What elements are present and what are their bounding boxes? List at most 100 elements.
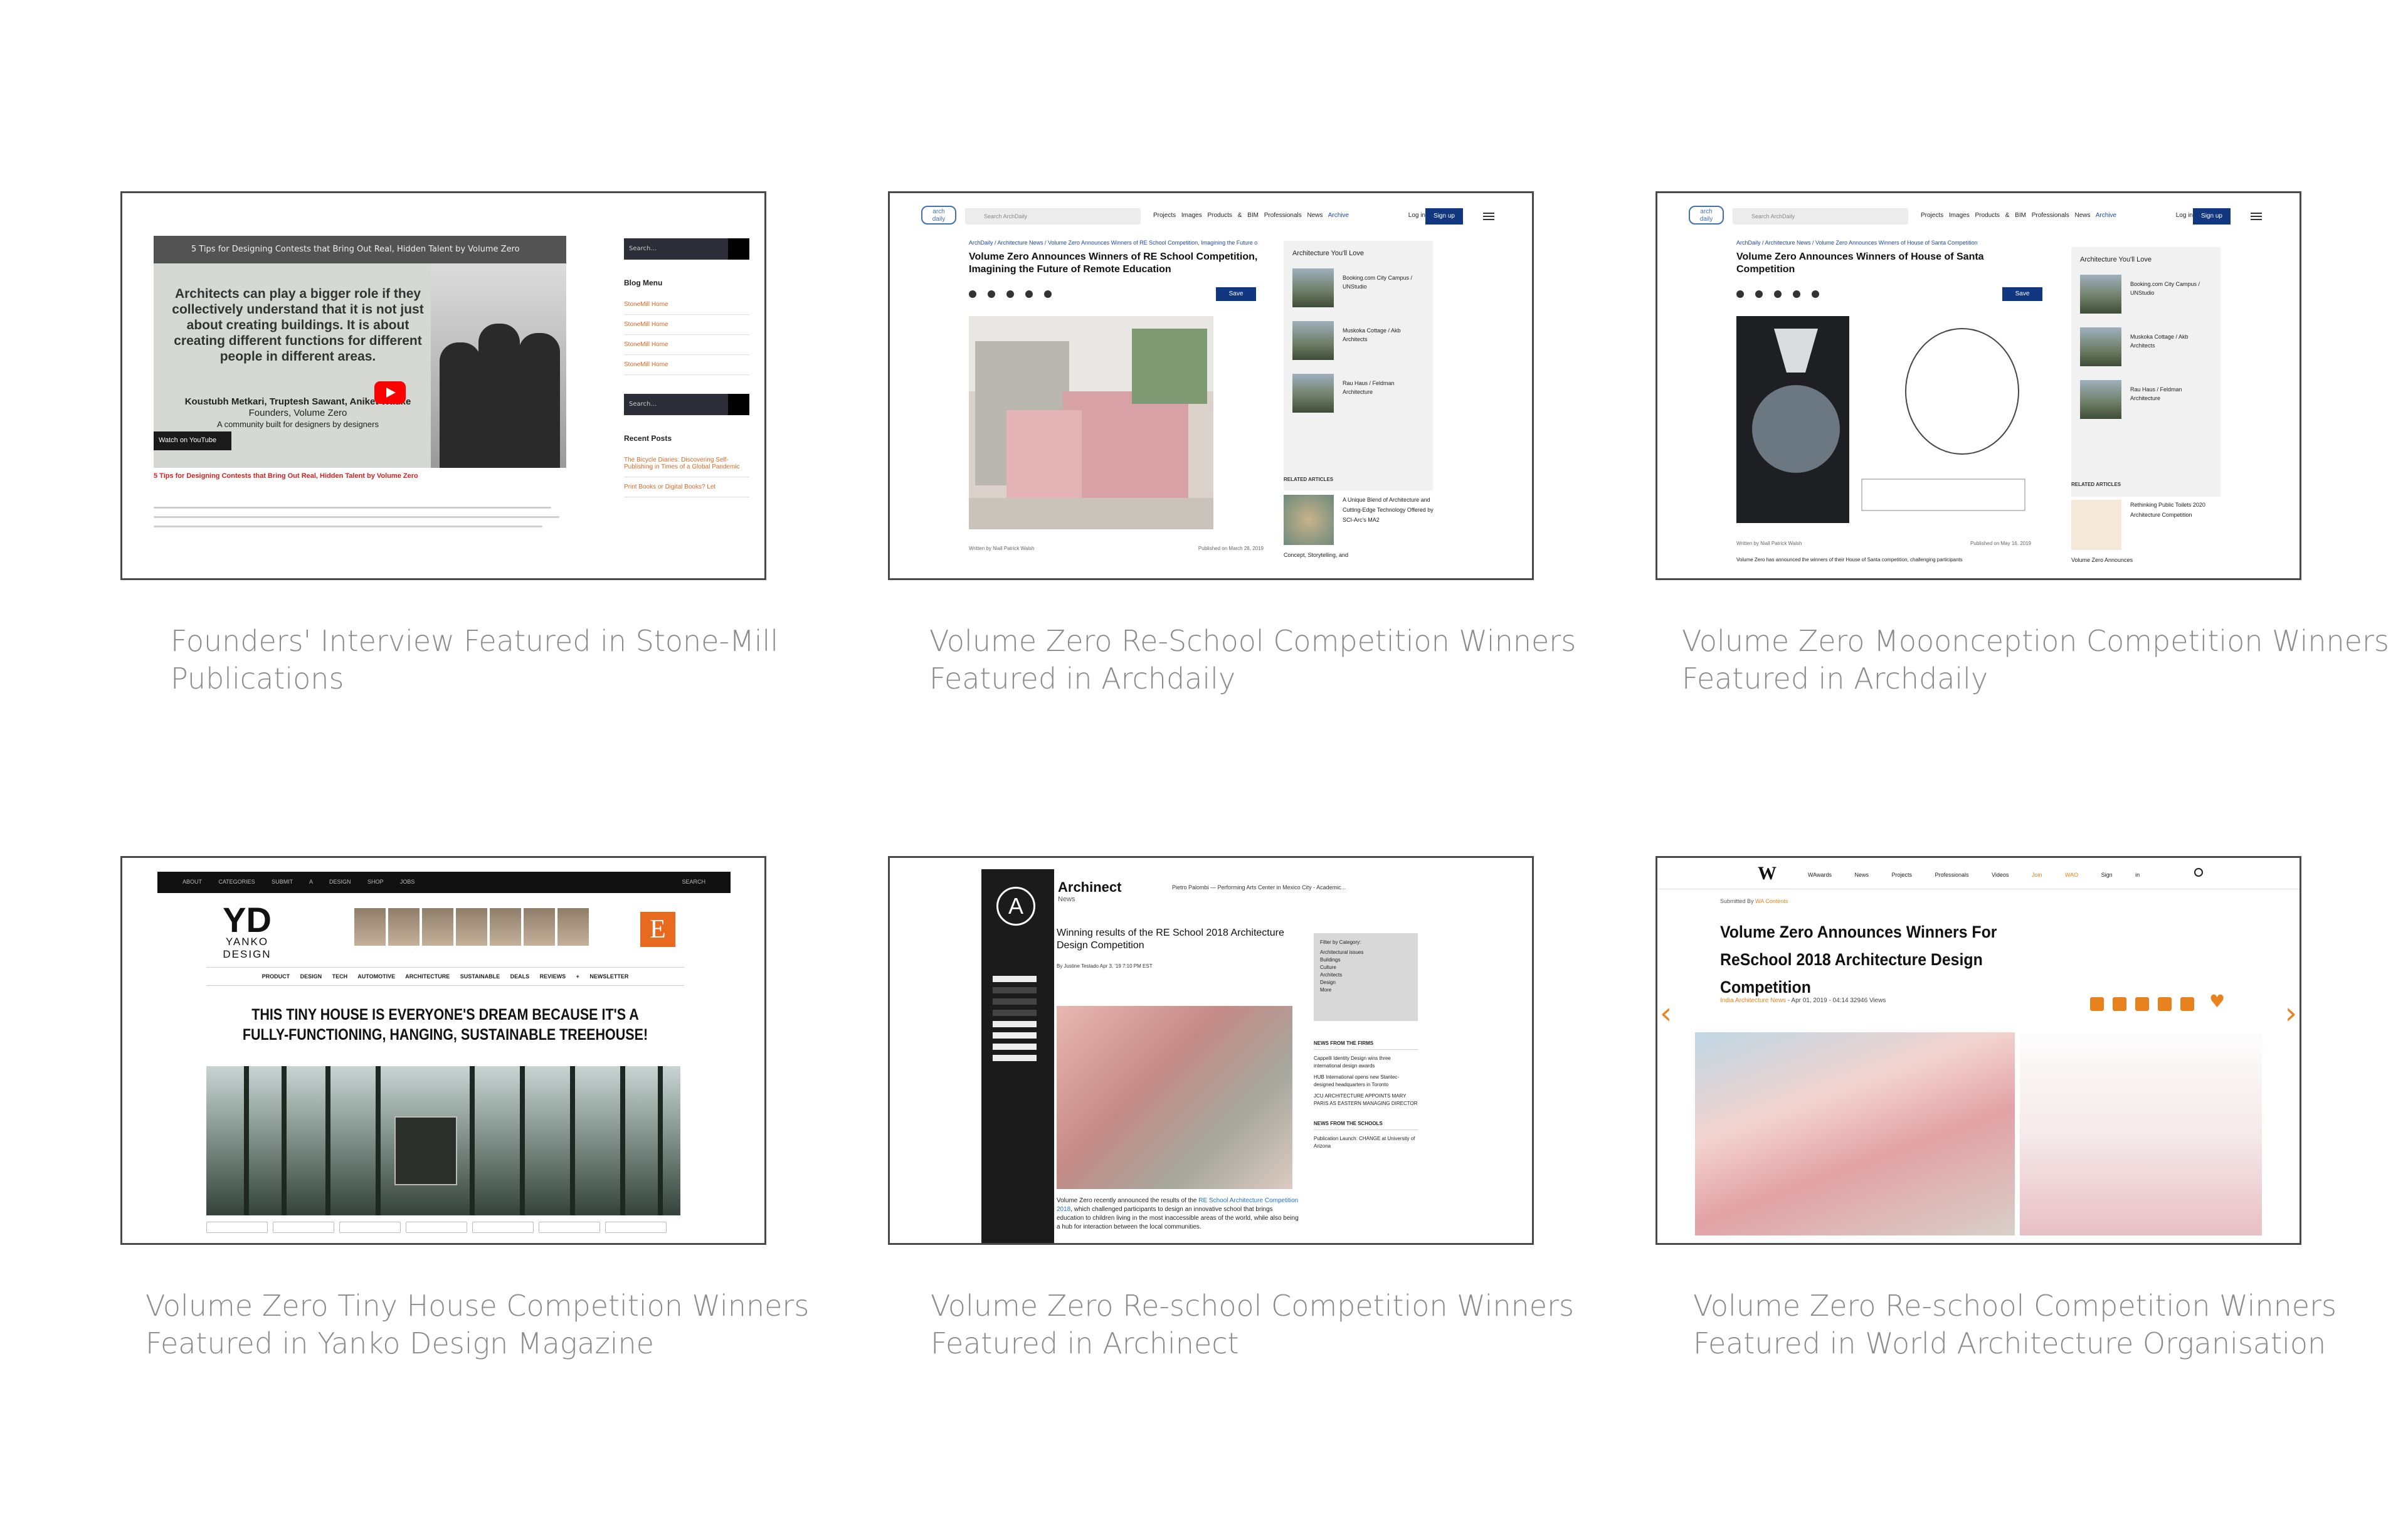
main-nav[interactable]: Projects Images Products & BIM Professio… (1153, 212, 1349, 219)
chevron-right-icon[interactable]: › (2285, 996, 2297, 1031)
article-image (1736, 316, 2031, 523)
article-title: Volume Zero Announces Winners of House o… (1736, 251, 1984, 275)
article-image (969, 316, 1213, 529)
watch-on-youtube-button[interactable]: Watch on YouTube (154, 431, 231, 450)
login-link[interactable]: Log in (2176, 212, 2193, 219)
youtube-video-embed[interactable]: 5 Tips for Designing Contests that Bring… (154, 236, 566, 468)
related-articles: RELATED ARTICLES A Unique Blend of Archi… (1284, 477, 1434, 558)
article-body (154, 499, 568, 535)
save-button[interactable]: Save (1216, 287, 1256, 301)
hamburger-menu-icon[interactable] (2251, 211, 2262, 222)
recommendation-item[interactable]: Rau Haus / Feldman Architecture (1292, 374, 1424, 413)
archinect-logo[interactable]: A (996, 887, 1035, 926)
card-caption: Volume Zero Tiny House Competition Winne… (145, 1289, 810, 1360)
news-item[interactable]: Publication Launch: CHANGE at University… (1314, 1135, 1418, 1150)
card-caption: Volume Zero Re-school Competition Winner… (1693, 1289, 2337, 1360)
card-archinect-screenshot[interactable]: A Archinect News Pietro Palombi — Perform… (888, 856, 1534, 1245)
treehouse-image (206, 1066, 680, 1215)
breadcrumb[interactable]: ArchDaily / Architecture News / Volume Z… (969, 240, 1257, 246)
byline: Written by Niall Patrick Walsh Published … (969, 546, 1264, 551)
video-title: 5 Tips for Designing Contests that Bring… (154, 236, 566, 263)
login-link[interactable]: Log in (1408, 212, 1425, 219)
card-caption: Volume Zero Re-school Competition Winner… (931, 1289, 1574, 1360)
article-meta: By Justine Testado Apr 3, '19 7:10 PM ES… (1057, 963, 1153, 969)
card-caption: Volume Zero Re-School Competition Winner… (929, 624, 1576, 695)
article-image-2 (2020, 1032, 2262, 1235)
card-yanko-screenshot[interactable]: ABOUT CATEGORIES SUBMIT A DESIGN SHOP JO… (120, 856, 766, 1245)
article-headline: THIS TINY HOUSE IS EVERYONE'S DREAM BECA… (242, 1006, 648, 1044)
news-sidebar: NEWS FROM THE FIRMS Cappelli Identity De… (1314, 1040, 1418, 1150)
menu-item[interactable]: StoneMill Home (624, 295, 749, 315)
archinect-sidebar: A (981, 869, 1054, 1243)
recommendations-panel: Architecture You'll Love Booking.com Cit… (2071, 247, 2221, 497)
card-caption: Founders' Interview Featured in Stone-Mi… (171, 624, 779, 695)
breadcrumb[interactable]: ArchDaily / Architecture News / Volume Z… (1736, 240, 1978, 246)
heart-icon[interactable]: ♥ (2209, 991, 2225, 1012)
wao-header: W WAwards News Projects Professionals Vi… (1657, 858, 2300, 889)
signup-button[interactable]: Sign up (2193, 208, 2231, 225)
article-image (1057, 1006, 1292, 1189)
archdaily-logo[interactable]: arch daily (921, 206, 956, 225)
hamburger-menu-icon[interactable] (1483, 211, 1494, 222)
card-archdaily-reschool-screenshot[interactable]: arch daily Search ArchDaily Projects Imag… (888, 191, 1534, 580)
article-image-1 (1695, 1032, 2015, 1235)
interview-quote: Architects can play a bigger role if the… (172, 287, 424, 364)
recommendation-item[interactable]: Booking.com City Campus / UNStudio (2080, 275, 2212, 314)
article-link[interactable]: 5 Tips for Designing Contests that Bring… (154, 472, 418, 480)
yanko-top-nav[interactable]: ABOUT CATEGORIES SUBMIT A DESIGN SHOP JO… (157, 872, 731, 893)
ad-banner[interactable] (354, 908, 618, 946)
news-item[interactable]: HUB International opens new Stantec-desi… (1314, 1074, 1418, 1089)
share-icons[interactable] (2090, 997, 2203, 1013)
youtube-play-icon[interactable] (374, 381, 406, 404)
archinect-brand[interactable]: Archinect News (1058, 879, 1121, 903)
submitted-by: Submitted By WA Contents (1720, 898, 1788, 904)
news-item[interactable]: Cappelli Identity Design wins three inte… (1314, 1055, 1418, 1070)
search-input[interactable]: Search ArchDaily (1733, 208, 1908, 225)
ad-e-icon[interactable]: E (640, 912, 675, 947)
sidebar-search-input[interactable]: Search... (624, 238, 749, 260)
recent-post[interactable]: Print Books or Digital Books? Let (624, 477, 749, 497)
founders-photo (431, 263, 566, 468)
main-nav[interactable]: WAwards News Projects Professionals Vide… (1808, 872, 2140, 878)
card-wao-screenshot[interactable]: W WAwards News Projects Professionals Vi… (1656, 856, 2301, 1245)
article-meta: India Architecture News - Apr 01, 2019 -… (1720, 997, 1886, 1004)
chevron-left-icon[interactable]: ‹ (1660, 996, 1672, 1031)
search-icon[interactable] (2194, 868, 2203, 877)
recommendation-item[interactable]: Booking.com City Campus / UNStudio (1292, 268, 1424, 307)
byline: Written by Niall Patrick Walsh Published … (1736, 541, 2031, 546)
archdaily-logo[interactable]: arch daily (1689, 206, 1724, 225)
related-articles: RELATED ARTICLES Rethinking Public Toile… (2071, 482, 2222, 565)
recommendation-item[interactable]: Muskoka Cottage / Akb Architects (1292, 321, 1424, 360)
article-title: Volume Zero Announces Winners of RE Scho… (969, 251, 1258, 275)
sidebar-menu[interactable] (993, 976, 1037, 1066)
main-nav[interactable]: Projects Images Products & BIM Professio… (1921, 212, 2116, 219)
news-item[interactable]: JCU ARCHITECTURE APPOINTS MARY PARIS AS … (1314, 1092, 1418, 1108)
article-body: Volume Zero recently announced the resul… (1057, 1197, 1299, 1230)
share-icons[interactable] (1736, 288, 1830, 301)
save-button[interactable]: Save (2002, 287, 2042, 301)
share-icons[interactable] (969, 288, 1063, 301)
blog-menu-heading: Blog Menu (624, 278, 663, 287)
recommendations-panel: Architecture You'll Love Booking.com Cit… (1284, 241, 1433, 490)
sidebar-search-input-2[interactable]: Search... (624, 394, 749, 415)
category-filter[interactable]: Filter by Category: Architectural issues… (1314, 933, 1418, 1021)
menu-item[interactable]: StoneMill Home (624, 355, 749, 375)
share-buttons[interactable] (206, 1222, 680, 1235)
category-nav[interactable]: PRODUCT DESIGN TECH AUTOMOTIVE ARCHITECT… (206, 967, 684, 986)
yanko-logo[interactable]: YD YANKO DESIGN (206, 902, 288, 961)
recommendation-item[interactable]: Muskoka Cottage / Akb Architects (2080, 327, 2212, 366)
card-stonemill-screenshot[interactable]: 5 Tips for Designing Contests that Bring… (120, 191, 766, 580)
recommendation-item[interactable]: Rau Haus / Feldman Architecture (2080, 380, 2212, 419)
recent-posts-heading: Recent Posts (624, 434, 672, 443)
recent-post[interactable]: The Bicycle Diaries: Discovering Self-Pu… (624, 450, 749, 477)
signup-button[interactable]: Sign up (1425, 208, 1463, 225)
wao-logo[interactable]: W (1758, 863, 1777, 884)
menu-item[interactable]: StoneMill Home (624, 315, 749, 335)
archdaily-header: arch daily Search ArchDaily Projects Imag… (1689, 202, 2262, 227)
breadcrumb[interactable]: Pietro Palombi — Performing Arts Center … (1172, 884, 1346, 891)
card-caption: Volume Zero Mooonception Competition Win… (1682, 624, 2389, 695)
menu-item[interactable]: StoneMill Home (624, 335, 749, 355)
search-input[interactable]: Search ArchDaily (965, 208, 1141, 225)
article-title: Volume Zero Announces Winners For ReScho… (1720, 923, 1997, 997)
card-archdaily-mooonception-screenshot[interactable]: arch daily Search ArchDaily Projects Imag… (1656, 191, 2301, 580)
